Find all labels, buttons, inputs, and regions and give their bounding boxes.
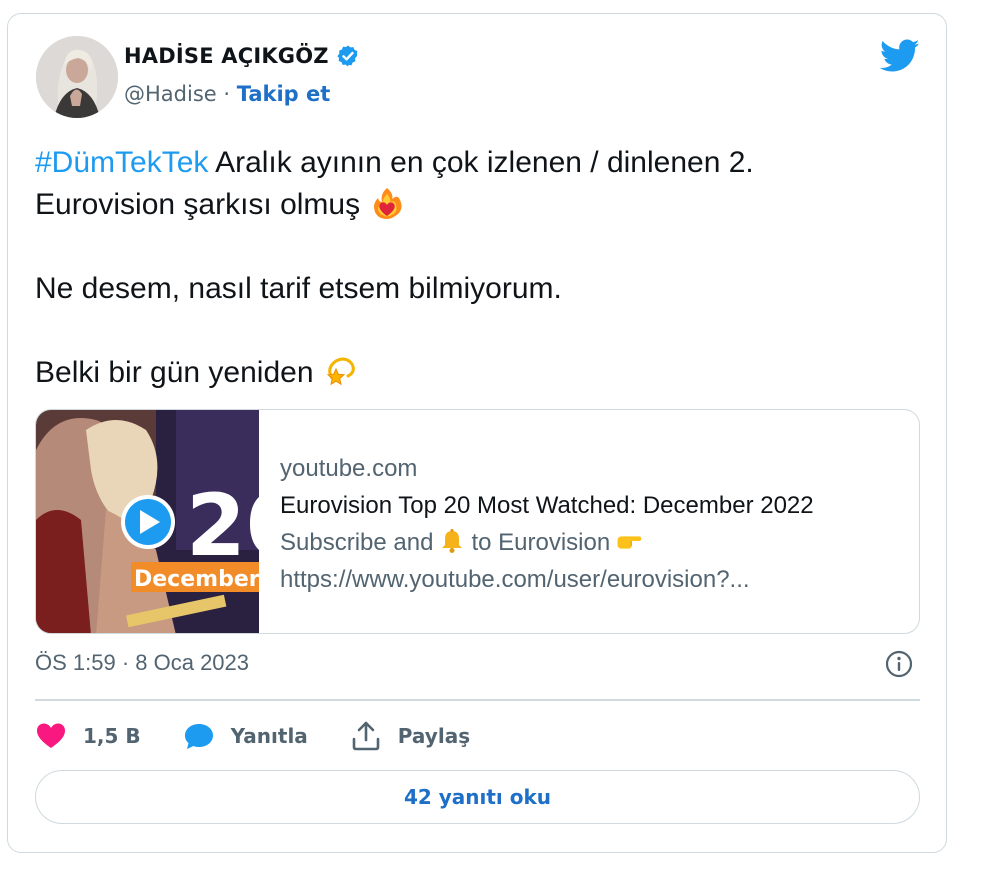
author-handle[interactable]: @Hadise xyxy=(124,82,217,106)
read-replies-button[interactable]: 42 yanıtı oku xyxy=(35,770,920,824)
follow-button[interactable]: Takip et xyxy=(237,82,331,106)
tweet-line-2-text: Eurovision şarkısı olmuş xyxy=(35,188,361,221)
heart-icon xyxy=(37,723,65,748)
read-replies-label: 42 yanıtı oku xyxy=(403,785,552,809)
author-handle-row: @Hadise · Takip et xyxy=(124,82,330,106)
tweet-line-2: Eurovision şarkısı olmuş xyxy=(35,184,915,226)
like-count: 1,5 B xyxy=(83,724,141,748)
tweet-line-4-text: Belki bir gün yeniden xyxy=(35,356,314,389)
dizzy-star-emoji-icon xyxy=(326,357,355,386)
tweet-line-1: #DümTekTek Aralık ayının en çok izlenen … xyxy=(35,142,915,184)
link-title: Eurovision Top 20 Most Watched: December… xyxy=(280,492,814,519)
bell-emoji-icon xyxy=(442,529,463,553)
tweet-line-1-text: Aralık ayının en çok izlenen / dinlenen … xyxy=(208,146,754,179)
tweet-timestamp[interactable]: ÖS 1:59 · 8 Oca 2023 xyxy=(35,650,249,676)
reply-button[interactable]: Yanıtla xyxy=(183,720,308,752)
share-upload-icon xyxy=(352,721,380,751)
tweet-text: #DümTekTek Aralık ayının en çok izlenen … xyxy=(35,142,915,394)
link-description: Subscribe and to Eurovision xyxy=(280,524,814,561)
tweet-card: HADİSE AÇIKGÖZ @Hadise · Takip et #DümTe… xyxy=(7,13,947,853)
link-domain: youtube.com xyxy=(280,455,418,482)
play-icon[interactable] xyxy=(121,495,175,549)
author-name-row: HADİSE AÇIKGÖZ xyxy=(124,44,360,68)
thumb-number: 20 xyxy=(186,476,259,576)
tweet-line-4: Belki bir gün yeniden xyxy=(35,352,915,394)
reply-bubble-icon xyxy=(184,724,213,749)
separator-dot: · xyxy=(223,82,237,106)
tweet-line-3: Ne desem, nasıl tarif etsem bilmiyorum. xyxy=(35,272,562,305)
hashtag-link[interactable]: #DümTekTek xyxy=(35,146,208,179)
share-button[interactable]: Paylaş xyxy=(350,720,470,752)
share-label: Paylaş xyxy=(397,724,471,748)
verified-badge-icon xyxy=(337,45,358,67)
like-button[interactable]: 1,5 B xyxy=(35,720,141,752)
link-desc-after: to Eurovision xyxy=(471,529,611,556)
author-name[interactable]: HADİSE AÇIKGÖZ xyxy=(124,44,329,68)
avatar[interactable] xyxy=(36,36,118,118)
divider xyxy=(35,699,920,701)
link-text: youtube.com Eurovision Top 20 Most Watch… xyxy=(280,450,814,598)
link-desc-before: Subscribe and xyxy=(280,529,434,556)
reply-label: Yanıtla xyxy=(230,724,308,748)
heart-on-fire-emoji-icon xyxy=(374,188,402,219)
link-preview-card[interactable]: 20 December youtube.com Eurovision Top 2… xyxy=(35,409,920,634)
pointing-hand-emoji-icon xyxy=(617,536,642,549)
twitter-bird-icon[interactable] xyxy=(880,39,920,73)
info-icon[interactable] xyxy=(884,649,914,679)
link-url: https://www.youtube.com/user/eurovision?… xyxy=(280,566,750,593)
action-bar: 1,5 B Yanıtla Paylaş xyxy=(35,716,512,756)
video-thumbnail[interactable]: 20 December xyxy=(36,410,259,633)
thumb-december-label: December xyxy=(134,567,259,592)
